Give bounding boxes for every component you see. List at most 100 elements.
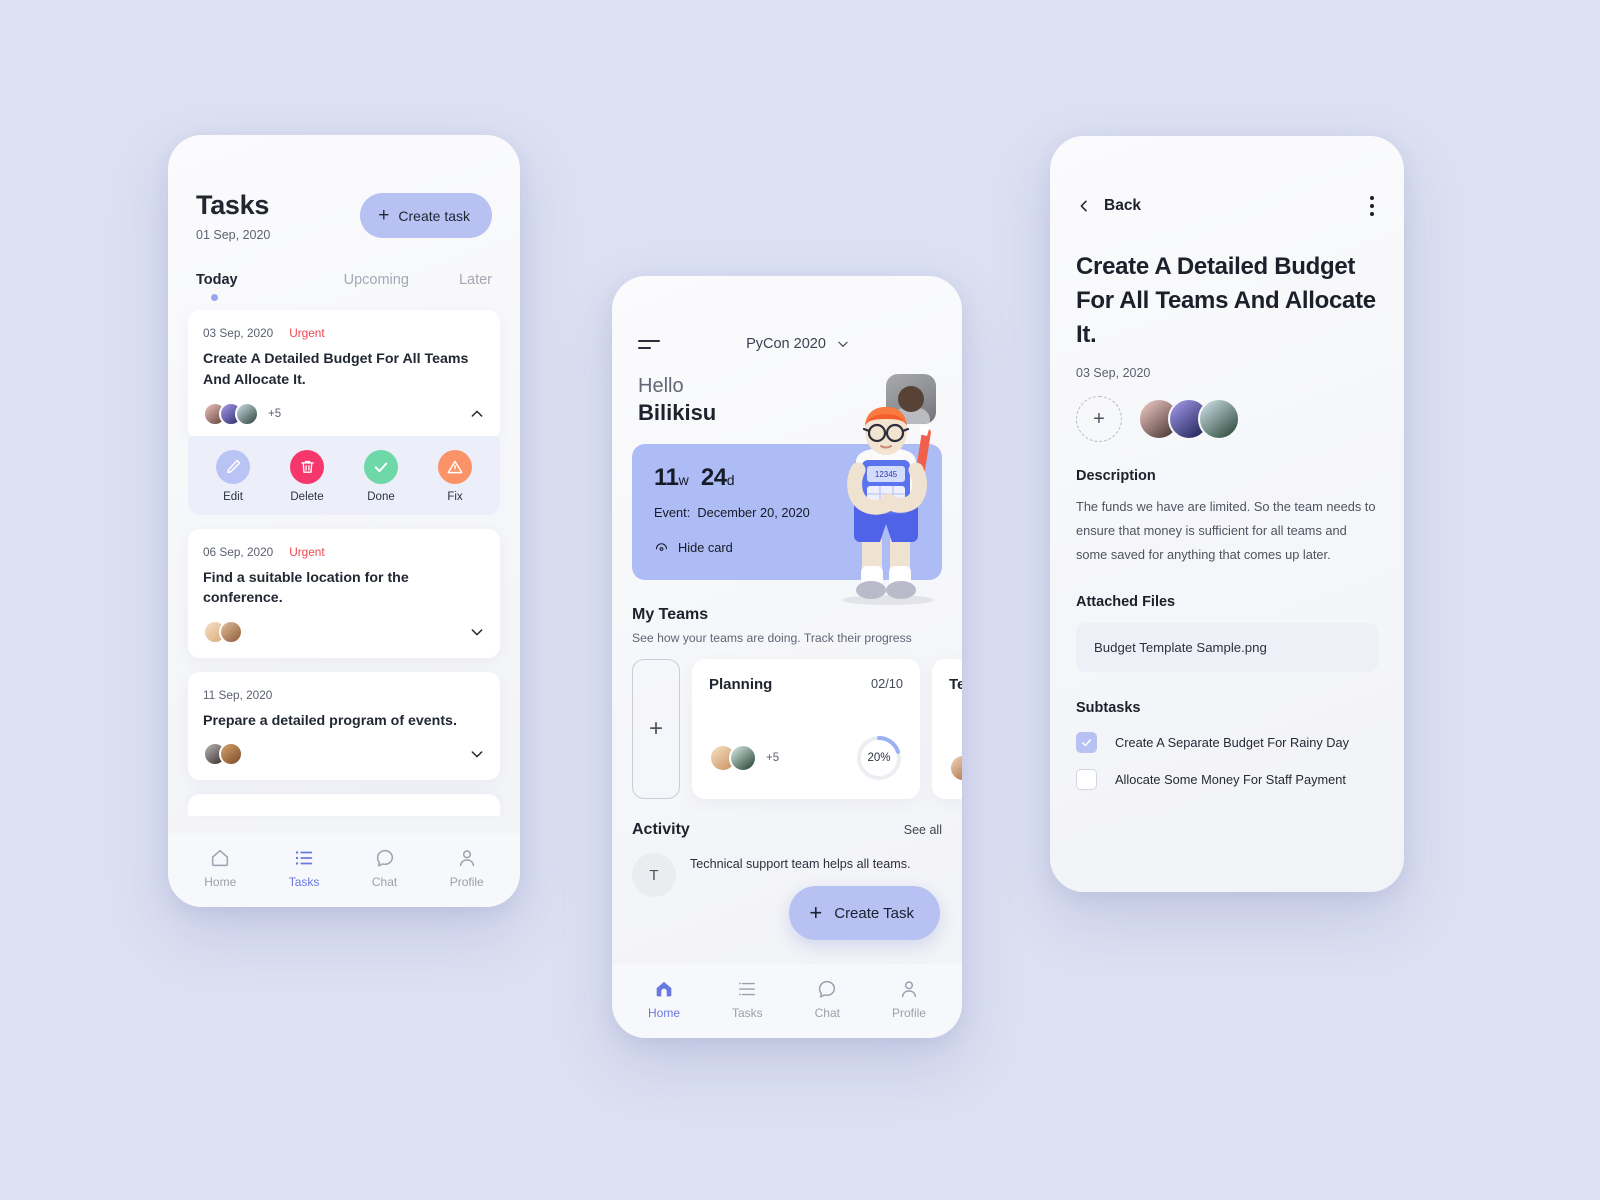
project-name: PyCon 2020 [746, 336, 826, 352]
team-card[interactable]: Testing Team [932, 659, 962, 799]
trash-icon [290, 449, 324, 484]
nav-profile[interactable]: Profile [892, 978, 926, 1020]
menu-icon[interactable] [638, 339, 660, 349]
back-button[interactable]: Back [1076, 197, 1141, 215]
add-team-button[interactable]: + [632, 659, 680, 799]
nav-home-label: Home [647, 1006, 680, 1020]
teams-subtitle: See how your teams are doing. Track thei… [632, 631, 912, 645]
more-options-icon[interactable] [1366, 192, 1378, 220]
task-date: 06 Sep, 2020 [203, 544, 274, 559]
nav-chat[interactable]: Chat [815, 978, 840, 1020]
countdown-weeks: 11 [654, 464, 679, 491]
action-delete-label: Delete [290, 490, 324, 503]
subtask-item[interactable]: Create A Separate Budget For Rainy Day [1050, 732, 1404, 754]
create-task-fab[interactable]: + Create Task [789, 886, 940, 940]
activity-title: Activity [632, 821, 690, 838]
nav-chat[interactable]: Chat [372, 847, 397, 889]
avatar [219, 619, 243, 644]
tab-later[interactable]: Later [459, 272, 492, 288]
action-edit-label: Edit [223, 490, 243, 503]
avatar [219, 742, 243, 767]
nav-tasks-label: Tasks [731, 1006, 763, 1020]
person-icon [901, 981, 917, 998]
team-avatars [949, 754, 962, 782]
assignee-avatars [203, 401, 259, 426]
add-assignee-button[interactable]: + [1076, 396, 1122, 443]
subtask-item[interactable]: Allocate Some Money For Staff Payment [1050, 769, 1404, 791]
create-task-fab-label: Create Task [834, 904, 914, 922]
subtask-label: Allocate Some Money For Staff Payment [1115, 772, 1346, 788]
team-card-header: Planning 02/10 [709, 676, 903, 693]
teams-carousel[interactable]: + Planning 02/10 +5 20% Te [612, 659, 962, 799]
task-card-peek[interactable] [188, 794, 500, 817]
chevron-down-icon[interactable] [469, 746, 485, 762]
subtasks-block: Subtasks Create A Separate Budget For Ra… [1050, 700, 1404, 791]
task-title: Create A Detailed Budget For All Teams A… [203, 351, 469, 388]
tab-upcoming[interactable]: Upcoming [344, 272, 409, 288]
chevron-up-icon[interactable] [469, 406, 485, 422]
task-card[interactable]: 11 Sep, 2020 Prepare a detailed program … [188, 671, 500, 781]
bottom-navigation: Home Tasks Chat Profile [168, 833, 520, 907]
extra-members-count: +5 [268, 407, 282, 420]
canvas: Tasks 01 Sep, 2020 + Create task Today U… [0, 0, 1600, 1200]
checkbox-unchecked[interactable] [1076, 769, 1097, 791]
chat-icon [376, 849, 393, 867]
tab-today[interactable]: Today [196, 272, 238, 302]
subtask-label: Create A Separate Budget For Rainy Day [1115, 735, 1350, 751]
tasks-header-text: Tasks 01 Sep, 2020 [196, 191, 271, 243]
see-all-link[interactable]: See all [904, 823, 942, 837]
bottom-navigation: Home Tasks Chat Profile [612, 964, 962, 1038]
attached-files-block: Attached Files Budget Template Sample.pn… [1050, 594, 1404, 673]
action-edit[interactable]: Edit [216, 449, 250, 503]
task-meta: 03 Sep, 2020 Urgent [203, 326, 485, 340]
chat-icon [819, 980, 836, 998]
pencil-icon [216, 449, 250, 484]
description-block: Description The funds we have are limite… [1050, 468, 1404, 566]
page-date: 01 Sep, 2020 [196, 228, 271, 243]
avatar[interactable] [886, 374, 936, 424]
team-card-header: Testing Team [949, 676, 962, 693]
task-meta: 06 Sep, 2020 Urgent [203, 545, 485, 559]
activity-avatar: T [632, 853, 676, 897]
countdown-weeks-unit: w [678, 472, 689, 488]
action-fix[interactable]: Fix [438, 449, 472, 503]
greeting-hello: Hello [638, 375, 684, 397]
home-icon [212, 849, 229, 867]
nav-home-label: Home [204, 875, 237, 889]
task-card[interactable]: 03 Sep, 2020 Urgent Create A Detailed Bu… [188, 310, 500, 440]
plus-icon: + [378, 205, 390, 226]
nav-tasks[interactable]: Tasks [289, 847, 319, 889]
project-selector[interactable]: PyCon 2020 [746, 336, 850, 352]
nav-home[interactable]: Home [204, 847, 236, 889]
avatar[interactable] [1198, 398, 1240, 441]
progress-ring: 20% [855, 734, 903, 782]
team-avatars [709, 744, 757, 772]
activity-header: Activity See all [612, 821, 962, 839]
chevron-down-icon[interactable] [469, 624, 485, 640]
nav-home[interactable]: Home [648, 978, 680, 1020]
hide-card-button[interactable]: Hide card [654, 540, 920, 555]
action-done[interactable]: Done [364, 449, 398, 503]
task-footer: +5 [203, 401, 485, 426]
task-actions-bar: Edit Delete Done Fix [188, 435, 500, 515]
assignees-row: + [1050, 380, 1404, 443]
countdown-days-unit: d [726, 472, 735, 488]
checkbox-checked[interactable] [1076, 732, 1097, 754]
task-card[interactable]: 06 Sep, 2020 Urgent Find a suitable loca… [188, 528, 500, 658]
team-card[interactable]: Planning 02/10 +5 20% [692, 659, 920, 799]
team-card-footer: +5 20% [709, 734, 903, 782]
nav-tasks[interactable]: Tasks [732, 978, 763, 1020]
back-label: Back [1104, 197, 1142, 214]
file-chip[interactable]: Budget Template Sample.png [1076, 623, 1378, 673]
person-icon [459, 850, 474, 867]
event-date: December 20, 2020 [697, 505, 810, 520]
team-card-footer [949, 754, 962, 782]
warning-icon [438, 449, 472, 484]
nav-profile[interactable]: Profile [450, 847, 484, 889]
detail-header: Back [1050, 136, 1404, 220]
task-urgent-flag: Urgent [289, 544, 325, 559]
action-delete[interactable]: Delete [290, 449, 324, 503]
chevron-down-icon [838, 341, 848, 347]
team-task-count: 02/10 [870, 676, 903, 691]
create-task-button[interactable]: + Create task [360, 193, 492, 238]
